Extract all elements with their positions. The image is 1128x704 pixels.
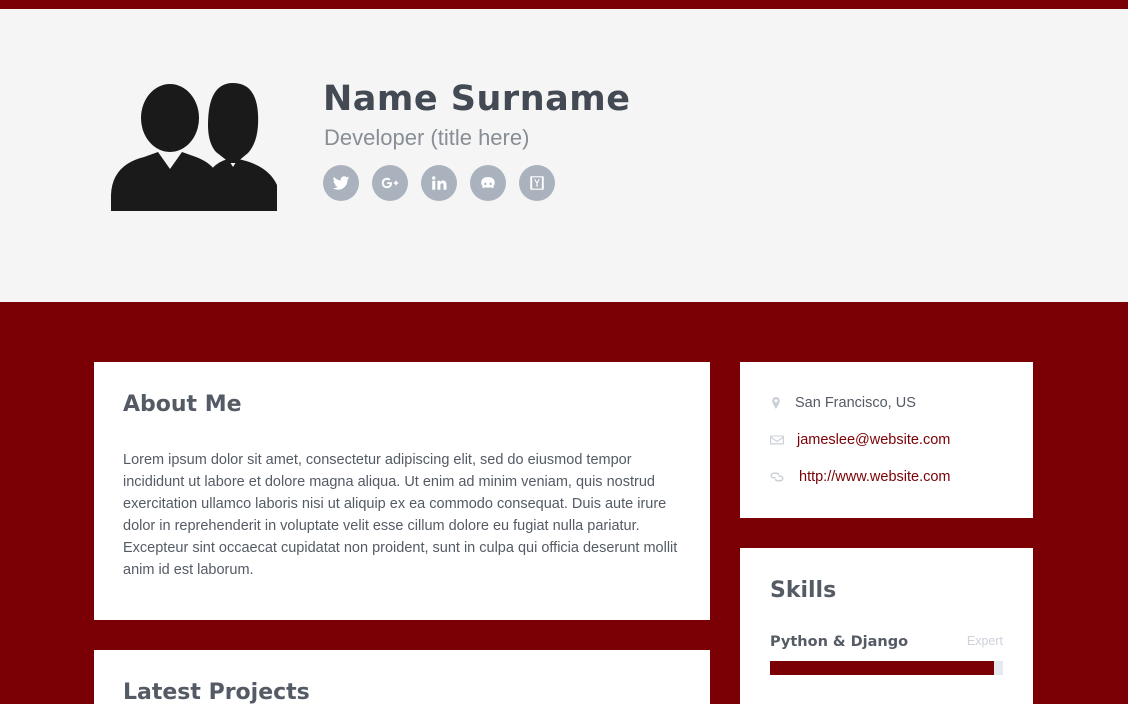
about-card: About Me Lorem ipsum dolor sit amet, con… [94,362,710,620]
hacker-news-link[interactable] [519,165,555,201]
skill-progress-fill [770,661,994,675]
email-link[interactable]: jameslee@website.com [797,432,950,448]
linkedin-link[interactable] [421,165,457,201]
projects-heading: Latest Projects [123,680,310,704]
projects-card: Latest Projects [94,650,710,704]
google-plus-link[interactable] [372,165,408,201]
skill-progress-bar [770,661,1003,675]
profile-name: Name Surname [323,79,631,119]
twitter-icon [332,176,350,190]
profile-header: Name Surname Developer (title here) [0,9,1128,302]
hacker-news-icon [530,176,544,190]
skill-name: Python & Django [770,634,909,650]
google-plus-icon [381,177,399,189]
email-row: jameslee@website.com [770,432,950,448]
profile-title: Developer (title here) [324,125,530,150]
github-icon [481,177,495,189]
skills-card: Skills Python & Django Expert [740,548,1033,704]
skill-level: Expert [966,634,1003,648]
location-text: San Francisco, US [795,395,916,411]
contact-info-card: San Francisco, US jameslee@website.com h… [740,362,1033,518]
envelope-icon [770,435,784,445]
location-row: San Francisco, US [770,395,916,411]
social-links [323,165,555,201]
about-heading: About Me [123,392,242,417]
linkedin-icon [432,176,447,190]
website-link[interactable]: http://www.website.com [799,469,951,485]
top-bar [0,0,1128,9]
twitter-link[interactable] [323,165,359,201]
github-link[interactable] [470,165,506,201]
skills-heading: Skills [770,578,837,603]
about-text: Lorem ipsum dolor sit amet, consectetur … [123,452,678,578]
map-marker-icon [772,397,780,409]
website-row: http://www.website.com [770,469,951,485]
link-icon [770,472,784,482]
user-group-icon [111,83,277,211]
